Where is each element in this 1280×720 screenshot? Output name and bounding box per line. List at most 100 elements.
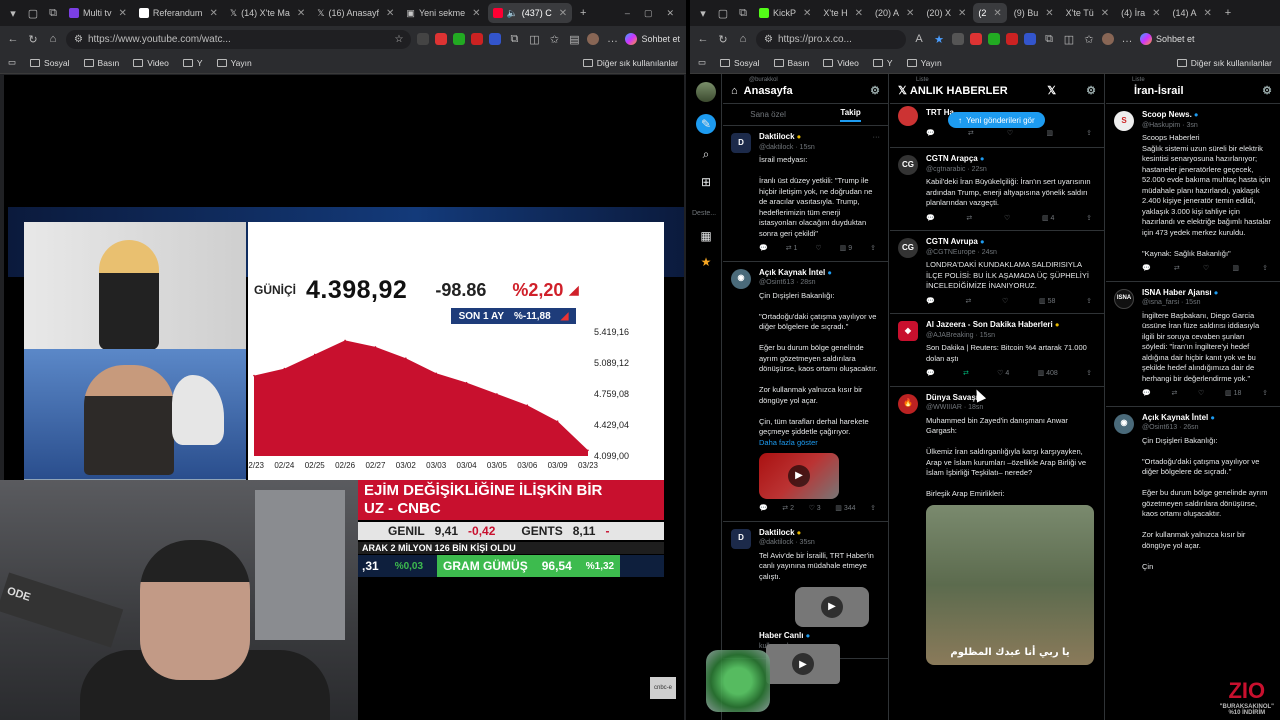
extension-red-icon[interactable] (435, 33, 448, 45)
tweet[interactable]: 🔥 Dünya Savaşı ● @WWIIIAR · 18sn Muhamme… (890, 387, 1104, 671)
tweet[interactable]: D Daktilock ● @daktilock · 35sn Tel Aviv… (723, 522, 888, 659)
back-icon[interactable]: ← (696, 33, 710, 45)
home-icon[interactable]: ⌂ (46, 33, 60, 45)
more-icon[interactable]: ··· (873, 132, 881, 143)
like-icon[interactable]: ♡ 3 (809, 504, 821, 515)
bookmark-folder-basin[interactable]: Basın (83, 58, 119, 68)
gear-icon[interactable]: ⚙ (1262, 84, 1272, 97)
views-icon[interactable]: ▥ 408 (1038, 369, 1058, 380)
window-close-icon[interactable]: ✕ (666, 8, 674, 19)
other-bookmarks[interactable]: Diğer sık kullanılanlar (582, 58, 678, 68)
back-icon[interactable]: ← (6, 33, 20, 45)
add-column-icon[interactable]: ⊞ (696, 172, 716, 192)
views-icon[interactable]: ▥ 4 (1042, 214, 1054, 225)
retweet-icon[interactable]: ⇄ (1171, 389, 1177, 400)
close-icon[interactable]: ✕ (119, 8, 127, 19)
tab-actions-icon[interactable]: ▾ (4, 4, 22, 22)
views-icon[interactable]: ▥ (1046, 129, 1053, 140)
share-icon[interactable]: ⇪ (1262, 264, 1268, 275)
cobra-video[interactable]: يا ربي أنا عبدك المظلوم (926, 504, 1094, 665)
copilot-button[interactable]: Sohbet et (1140, 33, 1195, 45)
reply-icon[interactable]: 💬 (759, 244, 768, 255)
close-icon[interactable]: ✕ (855, 8, 863, 19)
tweet[interactable]: ◉ Açık Kaynak İntel ● @Osint613 · 28sn Ç… (723, 262, 888, 522)
deck-icon[interactable]: ▦ (696, 226, 716, 246)
share-icon[interactable]: ⇪ (870, 244, 876, 255)
close-icon[interactable]: ✕ (559, 8, 567, 19)
site-info-icon[interactable]: ⚙ (764, 34, 773, 45)
extension-dark-icon[interactable] (417, 33, 430, 45)
share-icon[interactable]: ⇪ (1086, 214, 1092, 225)
other-bookmarks[interactable]: Diğer sık kullanılanlar (1176, 58, 1272, 68)
favorites-icon[interactable]: ✩ (1082, 33, 1096, 46)
extension-dark-icon[interactable] (952, 33, 964, 45)
extension-pen-icon[interactable] (471, 33, 484, 45)
reply-icon[interactable]: 💬 (759, 504, 768, 515)
reply-icon[interactable]: 💬 (1142, 264, 1151, 275)
tab-kick[interactable]: KickP ✕ (754, 3, 816, 23)
starred-deck-icon[interactable]: ★ (696, 252, 716, 272)
tab-x-ma[interactable]: 𝕏 (14) X'te Ma ✕ (225, 3, 310, 23)
workspaces-icon[interactable]: ▢ (24, 4, 42, 22)
like-icon[interactable]: ♡ (1002, 297, 1008, 308)
extension-green-icon[interactable] (988, 33, 1000, 45)
close-icon[interactable]: ✕ (386, 8, 394, 19)
share-icon[interactable]: ⇪ (1086, 369, 1092, 380)
views-icon[interactable]: ▥ 9 (840, 244, 852, 255)
reload-icon[interactable]: ↻ (26, 33, 40, 46)
tab-x-x20[interactable]: (20) X ✕ (921, 3, 971, 23)
read-aloud-icon[interactable]: A (912, 33, 926, 45)
close-icon[interactable]: ✕ (209, 8, 217, 19)
extension-red-icon[interactable] (970, 33, 982, 45)
share-icon[interactable]: ⇪ (1086, 129, 1092, 140)
bookmark-folder-y[interactable]: Y (182, 58, 203, 68)
tab-x-h[interactable]: X'te H ✕ (818, 3, 868, 23)
tab-x-tu[interactable]: X'te Tü ✕ (1061, 3, 1114, 23)
minimize-icon[interactable]: – (625, 8, 630, 19)
tweet[interactable]: D Daktilock ● ··· @daktilock · 15sn İsra… (723, 126, 888, 262)
extension-pen-icon[interactable] (1006, 33, 1018, 45)
tab-referandum[interactable]: Referandum ✕ (134, 3, 223, 23)
video-thumbnail[interactable]: ▶ (795, 587, 869, 627)
views-icon[interactable]: ▥ (1232, 264, 1239, 275)
split-screen-icon[interactable]: ◫ (527, 33, 541, 46)
play-icon[interactable]: ▶ (788, 465, 810, 487)
bookmark-folder-y[interactable]: Y (872, 58, 893, 68)
bookmark-folder-sosyal[interactable]: Sosyal (720, 58, 760, 68)
avatar[interactable] (696, 82, 716, 102)
bookmark-folder-video[interactable]: Video (823, 58, 859, 68)
avatar[interactable] (1102, 33, 1114, 45)
like-icon[interactable]: ♡ (815, 244, 821, 255)
extension-blue-icon[interactable] (489, 33, 502, 45)
split-screen-icon[interactable]: ◫ (1062, 33, 1076, 46)
tab-youtube[interactable]: 🔈 (437) C ✕ (487, 3, 573, 23)
tweet[interactable]: ◆ Al Jazeera - Son Dakika Haberleri ● @A… (890, 314, 1104, 387)
close-icon[interactable]: ✕ (803, 8, 811, 19)
reply-icon[interactable]: 💬 (1142, 389, 1151, 400)
gear-icon[interactable]: ⚙ (1086, 84, 1096, 97)
extensions-puzzle-icon[interactable]: ⧉ (507, 33, 521, 46)
reply-icon[interactable]: 💬 (926, 369, 935, 380)
bookmark-folder-basin[interactable]: Basın (773, 58, 809, 68)
tweet[interactable]: ISNA ISNA Haber Ajansı ● @isna_farsi · 1… (1106, 282, 1280, 407)
search-icon[interactable]: ⌕ (696, 144, 716, 164)
close-icon[interactable]: ✕ (1152, 8, 1160, 19)
home-icon[interactable]: ⌂ (736, 33, 750, 45)
tweet[interactable]: ◉ Açık Kaynak İntel ● @Osint613 · 26sn Ç… (1106, 407, 1280, 579)
tweet[interactable]: CG CGTN Avrupa ● @CGTNEurope · 24sn LOND… (890, 231, 1104, 314)
tab-x-a20[interactable]: (20) A ✕ (870, 3, 919, 23)
tab-list-icon[interactable]: ⧉ (734, 4, 752, 22)
like-icon[interactable]: ♡ (1004, 214, 1010, 225)
favorites-icon[interactable]: ✩ (547, 33, 561, 46)
retweet-icon[interactable]: ⇄ (966, 214, 972, 225)
views-icon[interactable]: ▥ 344 (835, 504, 855, 515)
reload-icon[interactable]: ↻ (716, 33, 730, 46)
tab-x-a14[interactable]: (14) A ✕ (1168, 3, 1217, 23)
extensions-puzzle-icon[interactable]: ⧉ (1042, 33, 1056, 46)
avatar[interactable] (587, 33, 600, 45)
collections-icon[interactable]: ▤ (567, 33, 581, 46)
extension-blue-icon[interactable] (1024, 33, 1036, 45)
extension-green-icon[interactable] (453, 33, 466, 45)
retweet-icon[interactable]: ⇄ (965, 297, 971, 308)
views-icon[interactable]: ▥ 18 (1225, 389, 1241, 400)
